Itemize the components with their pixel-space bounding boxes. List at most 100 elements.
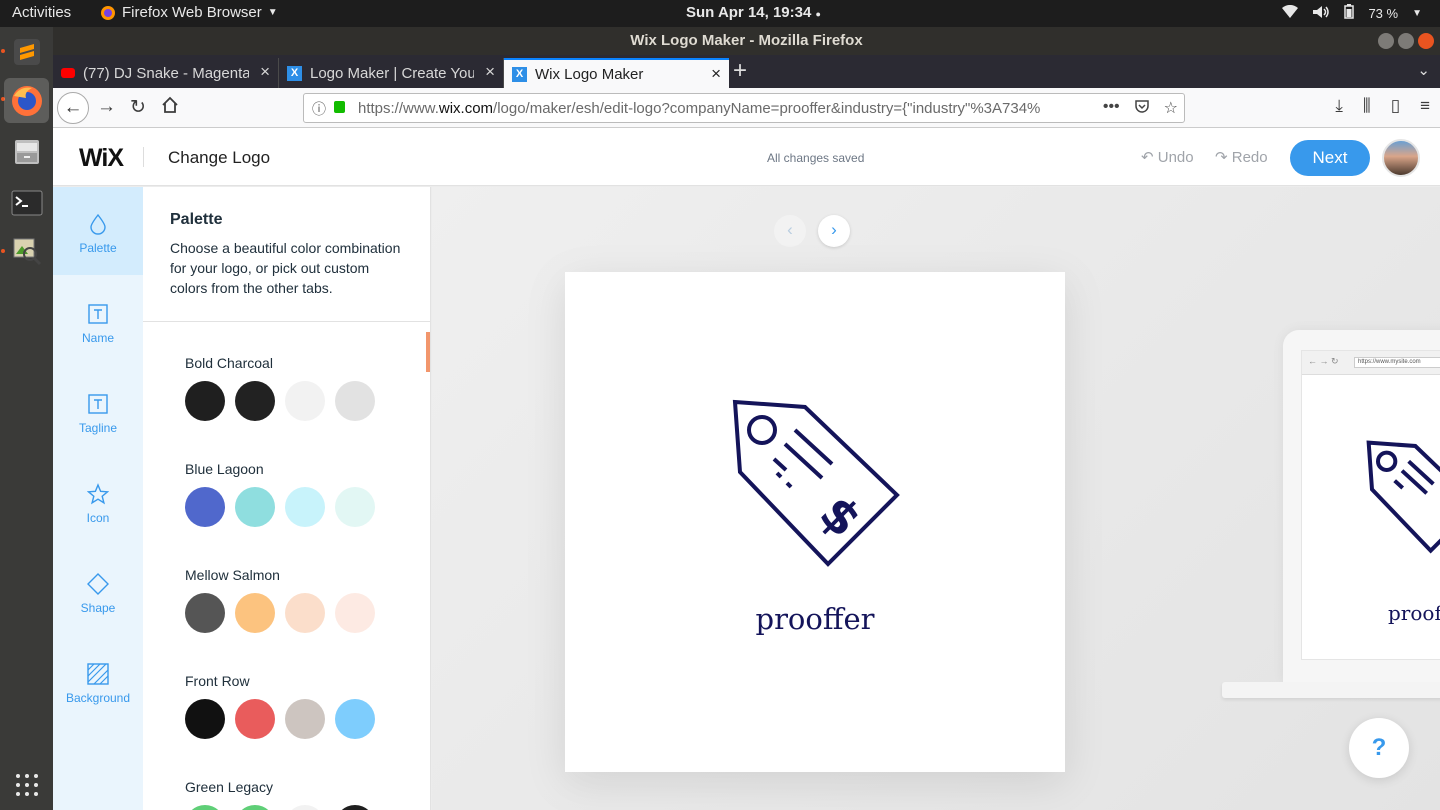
palette-option[interactable]: Bold Charcoal [185, 355, 375, 421]
sidebar-item-icon[interactable]: Icon [53, 457, 143, 545]
sidebar-item-label: Shape [80, 601, 116, 615]
color-swatch[interactable] [235, 805, 275, 810]
menu-hamburger-icon[interactable]: ≡ [1420, 96, 1430, 116]
library-icon[interactable]: ⫼ [1363, 96, 1371, 116]
sublime-text-launcher[interactable] [4, 29, 49, 74]
color-swatch[interactable] [335, 805, 375, 810]
window-title-bar[interactable]: Wix Logo Maker - Mozilla Firefox [53, 27, 1440, 55]
tab-wix-logo-maker[interactable]: X Wix Logo Maker × [504, 58, 729, 88]
sidebar-item-label: Tagline [78, 421, 118, 435]
sidebar-item-name[interactable]: Name [53, 277, 143, 365]
terminal-launcher[interactable] [4, 180, 49, 225]
tab-label: Logo Maker | Create Your Own Logo [310, 64, 474, 82]
tab-logo-maker[interactable]: X Logo Maker | Create Your Own Logo × [279, 58, 504, 88]
mockup-nav-icons: ← → ↻ [1308, 356, 1339, 366]
laptop-mockup: ← → ↻ https://www.mysite.com prooffer [1283, 330, 1440, 682]
firefox-launcher[interactable] [4, 78, 49, 123]
color-swatch[interactable] [235, 593, 275, 633]
activities-button[interactable]: Activities [12, 4, 71, 21]
close-tab-button[interactable]: × [260, 62, 270, 82]
color-swatch[interactable] [285, 699, 325, 739]
bookmark-star-icon[interactable]: ☆ [1164, 98, 1178, 119]
image-viewer-launcher[interactable] [4, 228, 49, 273]
minimize-button[interactable] [1378, 33, 1394, 49]
color-swatch[interactable] [185, 593, 225, 633]
wifi-icon [1282, 4, 1299, 22]
color-swatch[interactable] [235, 699, 275, 739]
palette-swatches [185, 487, 375, 527]
color-swatch[interactable] [335, 593, 375, 633]
close-window-button[interactable] [1418, 33, 1434, 49]
clock-text: Sun Apr 14, 19:34 [686, 4, 812, 21]
back-button[interactable]: ← [57, 92, 89, 124]
color-swatch[interactable] [285, 805, 325, 810]
color-swatch[interactable] [185, 805, 225, 810]
files-launcher[interactable] [4, 129, 49, 174]
editor-sidebar: Palette Name Tagline Icon Shape Backgrou… [53, 187, 143, 810]
color-swatch[interactable] [235, 487, 275, 527]
sidebar-item-background[interactable]: Background [53, 637, 143, 725]
palette-option[interactable]: Mellow Salmon [185, 567, 375, 633]
close-tab-button[interactable]: × [485, 62, 495, 82]
tab-label: (77) DJ Snake - Magenta Riddim [83, 64, 249, 82]
app-menu[interactable]: Firefox Web Browser ▼ [100, 4, 278, 21]
sidebar-icon[interactable]: ▯ [1391, 96, 1400, 116]
sidebar-item-palette[interactable]: Palette [53, 187, 143, 275]
color-swatch[interactable] [285, 381, 325, 421]
page-actions-button[interactable]: ••• [1103, 98, 1120, 119]
info-icon[interactable]: ⓘ [312, 99, 326, 119]
clock[interactable]: Sun Apr 14, 19:34 ● [686, 4, 821, 21]
next-button[interactable]: Next [1290, 140, 1370, 176]
color-swatch[interactable] [285, 487, 325, 527]
url-text[interactable]: https://www.wix.com/logo/maker/esh/edit-… [358, 100, 1073, 117]
chevron-left-icon: ‹ [787, 220, 793, 239]
palette-option[interactable]: Green Legacy [185, 779, 375, 810]
home-button[interactable] [161, 96, 179, 120]
page-title: Change Logo [168, 148, 271, 167]
tab-youtube[interactable]: (77) DJ Snake - Magenta Riddim × [53, 58, 279, 88]
logo-canvas: ‹ › $ prooffer ← → ↻ https://www.mysite.… [432, 187, 1440, 810]
previous-logo-button[interactable]: ‹ [774, 215, 806, 247]
notification-dot-icon: ● [815, 9, 821, 19]
color-swatch[interactable] [335, 699, 375, 739]
undo-button[interactable]: ↶ Undo [1141, 148, 1194, 166]
tab-list-chevron-icon[interactable]: ⌄ [1417, 61, 1430, 79]
system-top-bar: Activities Firefox Web Browser ▼ Sun Apr… [0, 0, 1440, 27]
palette-option[interactable]: Front Row [185, 673, 375, 739]
system-tray[interactable]: 73 % ▼ [1282, 4, 1422, 22]
next-logo-button[interactable]: › [818, 215, 850, 247]
laptop-base [1222, 682, 1440, 698]
palette-option[interactable]: Blue Lagoon [185, 461, 375, 527]
url-bar[interactable]: ⓘ https://www.wix.com/logo/maker/esh/edi… [303, 93, 1185, 123]
palette-swatches [185, 805, 375, 810]
color-swatch[interactable] [285, 593, 325, 633]
price-tag-dollar-icon: $ [732, 399, 900, 567]
pocket-icon[interactable] [1134, 98, 1150, 119]
downloads-icon[interactable]: ⤓ [1335, 96, 1343, 116]
close-tab-button[interactable]: × [711, 64, 721, 84]
maximize-button[interactable] [1398, 33, 1414, 49]
new-tab-button[interactable]: + [733, 57, 747, 85]
color-swatch[interactable] [235, 381, 275, 421]
color-swatch[interactable] [185, 699, 225, 739]
color-swatch[interactable] [185, 381, 225, 421]
color-swatch[interactable] [185, 487, 225, 527]
palette-name: Blue Lagoon [185, 461, 264, 477]
color-swatch[interactable] [335, 487, 375, 527]
help-button[interactable]: ? [1349, 718, 1409, 778]
wix-icon: X [287, 65, 302, 81]
wix-logo[interactable]: WiX [79, 144, 124, 173]
palette-swatches [185, 593, 375, 633]
forward-button[interactable]: → [97, 96, 116, 118]
show-applications-button[interactable] [4, 762, 49, 807]
panel-scrollbar[interactable] [426, 332, 430, 372]
redo-button[interactable]: ↷ Redo [1215, 148, 1268, 166]
avatar[interactable] [1382, 139, 1420, 177]
reload-button[interactable]: ↻ [130, 96, 146, 119]
logo-preview-card[interactable]: $ prooffer [565, 272, 1065, 772]
sidebar-item-shape[interactable]: Shape [53, 547, 143, 635]
color-swatch[interactable] [335, 381, 375, 421]
sidebar-item-tagline[interactable]: Tagline [53, 367, 143, 455]
lock-icon[interactable] [334, 101, 345, 113]
redo-icon: ↷ [1215, 149, 1228, 166]
